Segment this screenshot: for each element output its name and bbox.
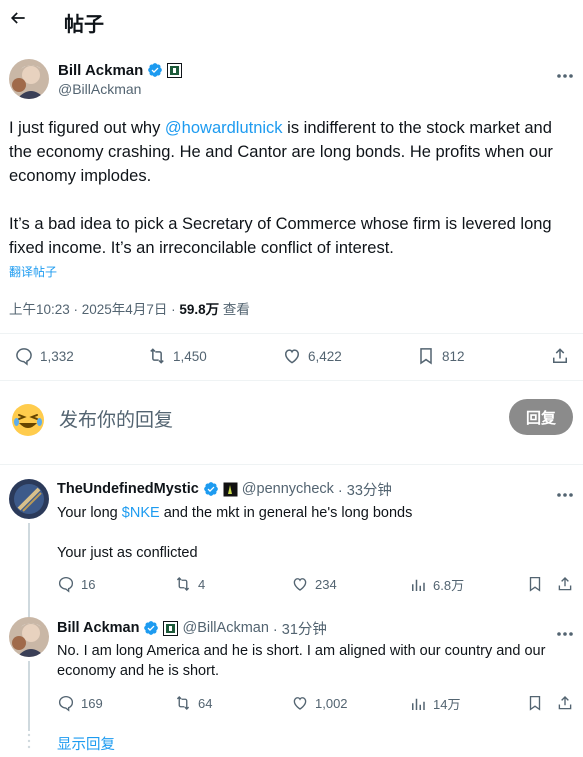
- post-time[interactable]: 上午10:23 · 2025年4月7日 ·: [9, 302, 179, 317]
- more-button[interactable]: [556, 66, 574, 84]
- thread-line: [28, 523, 30, 617]
- emoji-avatar-icon: [10, 402, 46, 443]
- share-icon: [558, 577, 572, 591]
- more-icon: [557, 493, 573, 497]
- share-icon: [553, 348, 567, 363]
- avatar[interactable]: [9, 59, 49, 99]
- verified-badge-icon: [147, 62, 163, 78]
- more-icon: [557, 74, 573, 78]
- cashtag-link[interactable]: $NKE: [122, 505, 160, 521]
- reply-handle[interactable]: @BillAckman: [182, 620, 268, 636]
- affiliate-badge-icon: [223, 482, 238, 497]
- author-name[interactable]: Bill Ackman: [58, 62, 143, 79]
- view-label: 查看: [219, 302, 250, 317]
- bookmark-icon: [529, 576, 541, 592]
- reply-time[interactable]: · 33分钟: [338, 479, 392, 500]
- verified-badge-icon: [143, 620, 159, 636]
- post-text-part: I just figured out why: [9, 119, 165, 137]
- like-button[interactable]: 234: [291, 575, 337, 593]
- reply-author-name[interactable]: TheUndefinedMystic: [57, 481, 199, 497]
- avatar-image-icon: [9, 479, 49, 519]
- post-text-part: It’s a bad idea to pick a Secretary of C…: [9, 215, 552, 257]
- back-button[interactable]: [8, 8, 30, 32]
- share-icon: [558, 696, 572, 710]
- avatar-image-icon: [9, 617, 49, 657]
- bookmark-button[interactable]: [526, 575, 544, 598]
- heart-icon: [284, 349, 300, 364]
- verified-badge-icon: [203, 481, 219, 497]
- reply-button[interactable]: 1,332: [14, 346, 74, 366]
- heart-icon: [293, 578, 307, 591]
- reply-text: Your long $NKE and the mkt in general he…: [57, 503, 572, 563]
- repost-button[interactable]: 1,450: [147, 346, 207, 366]
- affiliate-badge-icon: [163, 620, 179, 636]
- more-button[interactable]: [556, 624, 574, 642]
- reply-count: 1,332: [40, 348, 74, 364]
- views-button[interactable]: 14万: [409, 694, 460, 713]
- reply-button[interactable]: 169: [57, 694, 103, 712]
- repost-button[interactable]: 64: [174, 694, 212, 712]
- share-button[interactable]: [556, 575, 574, 598]
- reply-text: No. I am long America and he is short. I…: [57, 643, 546, 679]
- submit-reply-button[interactable]: 回复: [509, 399, 573, 435]
- like-count: 234: [315, 576, 337, 592]
- avatar-image-icon: [9, 59, 49, 99]
- bookmark-count: 812: [442, 348, 465, 364]
- repost-icon: [176, 696, 190, 710]
- view-count: 59.8万: [179, 302, 220, 317]
- like-count: 1,002: [315, 695, 348, 711]
- show-replies-link[interactable]: 显示回复: [57, 733, 115, 754]
- reply-button[interactable]: 16: [57, 575, 95, 593]
- avatar[interactable]: [9, 479, 49, 519]
- like-button[interactable]: 1,002: [291, 694, 348, 712]
- analytics-icon: [412, 698, 425, 710]
- reply-count: 16: [81, 576, 96, 592]
- reply-text-part: Your long: [57, 505, 122, 521]
- like-button[interactable]: 6,422: [282, 346, 342, 366]
- views-count: 14万: [433, 697, 461, 712]
- more-button[interactable]: [556, 485, 574, 503]
- bookmark-button[interactable]: 812: [416, 346, 465, 366]
- thread-line: [28, 661, 30, 731]
- reply-count: 169: [81, 695, 103, 711]
- more-icon: [557, 632, 573, 636]
- author-handle[interactable]: @BillAckman: [58, 81, 141, 97]
- views-count: 6.8万: [433, 578, 465, 593]
- avatar[interactable]: [9, 617, 49, 657]
- reply-icon: [58, 695, 74, 712]
- mention-link[interactable]: @howardlutnick: [165, 119, 283, 137]
- repost-icon: [150, 348, 164, 364]
- repost-button[interactable]: 4: [174, 575, 205, 593]
- share-button[interactable]: [550, 346, 570, 371]
- reply-input[interactable]: 发布你的回复: [59, 405, 173, 432]
- thread-dots: [27, 733, 31, 754]
- bookmark-icon: [420, 348, 432, 365]
- affiliate-badge-icon: [167, 62, 183, 78]
- page-title: 帖子: [64, 14, 104, 36]
- share-button[interactable]: [556, 694, 574, 717]
- reply-text-part: and the mkt in general he's long bonds: [159, 505, 413, 521]
- repost-count: 1,450: [173, 348, 207, 364]
- views-button[interactable]: 6.8万: [409, 575, 464, 594]
- reply-handle[interactable]: @pennycheck: [242, 481, 334, 497]
- reply-icon: [58, 576, 74, 593]
- heart-icon: [293, 697, 307, 710]
- reply-icon: [16, 348, 32, 366]
- bookmark-button[interactable]: [526, 694, 544, 717]
- reply-author-name[interactable]: Bill Ackman: [57, 620, 139, 636]
- repost-count: 4: [198, 576, 206, 592]
- translate-link[interactable]: 翻译帖子: [9, 263, 57, 280]
- bookmark-icon: [529, 695, 541, 711]
- post-text: I just figured out why @howardlutnick is…: [9, 116, 577, 260]
- repost-icon: [176, 577, 190, 591]
- back-arrow-icon: [10, 12, 25, 24]
- reply-text-part: Your just as conflicted: [57, 545, 198, 561]
- post-timestamp: 上午10:23 · 2025年4月7日 · 59.8万 查看: [9, 298, 250, 318]
- analytics-icon: [412, 579, 425, 591]
- like-count: 6,422: [308, 348, 342, 364]
- repost-count: 64: [198, 695, 213, 711]
- reply-time[interactable]: · 31分钟: [273, 618, 327, 639]
